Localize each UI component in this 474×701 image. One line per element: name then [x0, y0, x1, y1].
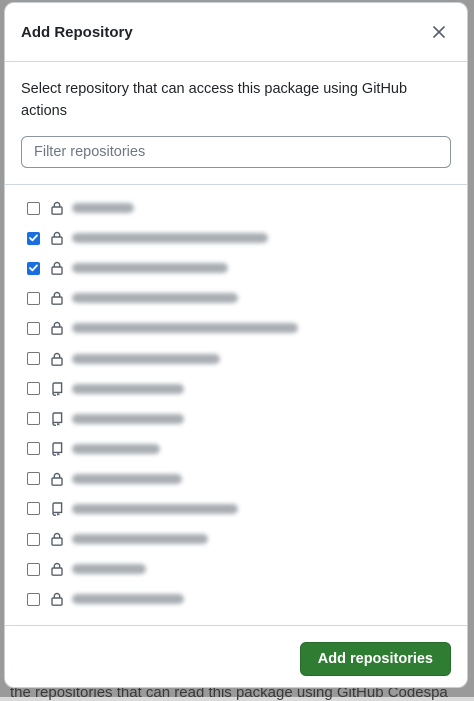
repository-row[interactable] [27, 494, 467, 524]
add-repositories-button[interactable]: Add repositories [300, 642, 451, 676]
repository-name-redacted [72, 444, 160, 454]
repository-name-redacted [72, 414, 184, 424]
repository-checkbox[interactable] [27, 533, 40, 546]
repository-name-redacted [72, 564, 146, 574]
repository-name-redacted [72, 354, 220, 364]
lock-icon [50, 472, 64, 486]
lock-icon [50, 592, 64, 606]
lock-icon [50, 532, 64, 546]
lock-icon [50, 231, 64, 245]
repository-row[interactable] [27, 404, 467, 434]
repository-name-redacted [72, 203, 134, 213]
repository-list [5, 185, 467, 626]
repository-name-redacted [72, 594, 184, 604]
repository-row[interactable] [27, 253, 467, 283]
repository-name-redacted [72, 323, 298, 333]
repository-row[interactable] [27, 374, 467, 404]
repository-row[interactable] [27, 584, 467, 614]
repository-checkbox[interactable] [27, 232, 40, 245]
dialog-description: Select repository that can access this p… [5, 62, 467, 122]
repository-name-redacted [72, 534, 208, 544]
dialog-footer: Add repositories [5, 626, 467, 688]
repository-row[interactable] [27, 434, 467, 464]
repository-row[interactable] [27, 554, 467, 584]
close-button[interactable] [425, 18, 453, 46]
repository-row[interactable] [27, 193, 467, 223]
repository-checkbox[interactable] [27, 382, 40, 395]
repo-icon [50, 442, 64, 456]
repo-icon [50, 382, 64, 396]
repository-row[interactable] [27, 464, 467, 494]
filter-repositories-input[interactable] [21, 136, 451, 168]
repository-checkbox[interactable] [27, 502, 40, 515]
lock-icon [50, 261, 64, 275]
repository-checkbox[interactable] [27, 202, 40, 215]
repository-name-redacted [72, 263, 228, 273]
repository-name-redacted [72, 293, 238, 303]
dialog-title: Add Repository [21, 24, 133, 41]
close-icon [433, 26, 445, 38]
repository-checkbox[interactable] [27, 262, 40, 275]
repository-checkbox[interactable] [27, 442, 40, 455]
repository-name-redacted [72, 474, 182, 484]
repository-name-redacted [72, 504, 238, 514]
repo-icon [50, 502, 64, 516]
repository-name-redacted [72, 233, 268, 243]
lock-icon [50, 291, 64, 305]
repository-checkbox[interactable] [27, 472, 40, 485]
lock-icon [50, 562, 64, 576]
repository-name-redacted [72, 384, 184, 394]
repository-checkbox[interactable] [27, 593, 40, 606]
lock-icon [50, 321, 64, 335]
repository-row[interactable] [27, 283, 467, 313]
repository-checkbox[interactable] [27, 292, 40, 305]
repository-checkbox[interactable] [27, 352, 40, 365]
repository-row[interactable] [27, 524, 467, 554]
lock-icon [50, 352, 64, 366]
repository-checkbox[interactable] [27, 563, 40, 576]
add-repository-dialog: Add Repository Select repository that ca… [4, 2, 468, 688]
repository-row[interactable] [27, 223, 467, 253]
dialog-header: Add Repository [5, 3, 467, 62]
repo-icon [50, 412, 64, 426]
repository-row[interactable] [27, 343, 467, 373]
lock-icon [50, 201, 64, 215]
filter-container [5, 122, 467, 185]
repository-row[interactable] [27, 313, 467, 343]
repository-checkbox[interactable] [27, 322, 40, 335]
repository-checkbox[interactable] [27, 412, 40, 425]
